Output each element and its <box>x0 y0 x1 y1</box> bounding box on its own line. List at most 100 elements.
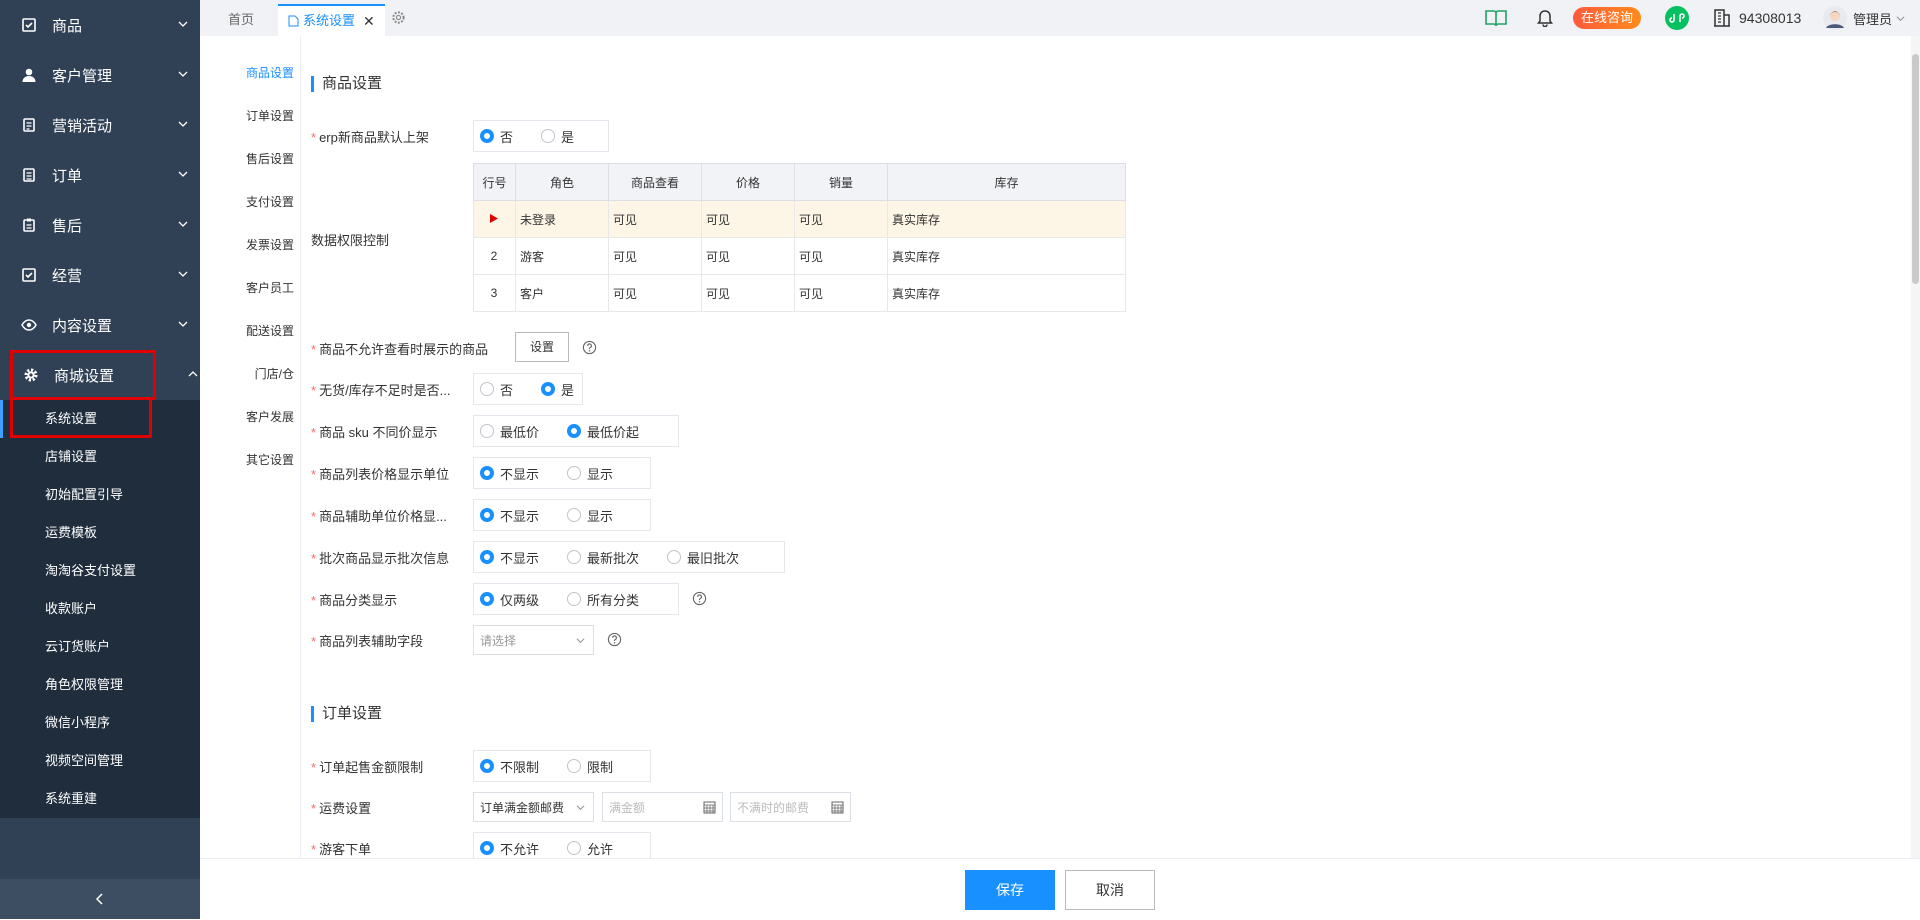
aftersale-icon <box>20 216 38 234</box>
table-row[interactable]: 3 客户 可见 可见 可见 真实库存 <box>473 274 1126 312</box>
menu-item-content[interactable]: 内容设置 <box>0 300 200 350</box>
manual-button[interactable] <box>1485 0 1507 36</box>
miniapp-button[interactable] <box>1665 0 1689 36</box>
out-of-stock-option-yes[interactable]: 是 <box>541 380 574 399</box>
help-icon[interactable] <box>607 632 622 647</box>
section-nav-payment[interactable]: 支付设置 <box>200 193 294 210</box>
table-cell[interactable]: 可见 <box>608 200 702 238</box>
submenu-item-payment-settings[interactable]: 淘淘谷支付设置 <box>0 552 200 590</box>
submenu-item-freight-template[interactable]: 运费模板 <box>0 514 200 552</box>
section-nav-aftersale[interactable]: 售后设置 <box>200 150 294 167</box>
save-button[interactable]: 保存 <box>965 870 1055 910</box>
category-option-two-levels[interactable]: 仅两级 <box>480 590 539 609</box>
min-amount-option-limit[interactable]: 限制 <box>567 757 613 776</box>
menu-item-order[interactable]: 订单 <box>0 150 200 200</box>
sku-price-option-lowest-from[interactable]: 最低价起 <box>567 422 639 441</box>
online-consult-label: 在线咨询 <box>1573 7 1642 29</box>
table-cell[interactable]: 未登录 <box>515 200 609 238</box>
submenu-item-system-rebuild[interactable]: 系统重建 <box>0 780 200 818</box>
min-amount-option-unlimited[interactable]: 不限制 <box>480 757 539 776</box>
menu-item-mall-settings[interactable]: 商城设置 <box>10 350 198 400</box>
submenu-item-receiving-account[interactable]: 收款账户 <box>0 590 200 628</box>
radio-unchecked <box>567 592 582 606</box>
section-nav-customer-growth[interactable]: 客户发展 <box>200 408 294 425</box>
section-nav-other[interactable]: 其它设置 <box>200 451 294 468</box>
shipping-fee-input[interactable]: 不满时的邮费 <box>730 792 851 822</box>
radio-unchecked <box>480 424 494 438</box>
table-row[interactable]: 未登录 可见 可见 可见 真实库存 <box>473 200 1126 238</box>
table-row[interactable]: 2 游客 可见 可见 可见 真实库存 <box>473 237 1126 275</box>
list-unit-option-show[interactable]: 显示 <box>567 464 613 483</box>
section-nav-delivery[interactable]: 配送设置 <box>200 322 294 339</box>
hidden-product-setting-button[interactable]: 设置 <box>515 332 570 362</box>
category-display-label: * 商品分类显示 <box>311 593 398 608</box>
submenu-item-role-permission[interactable]: 角色权限管理 <box>0 666 200 704</box>
table-cell[interactable]: 真实库存 <box>887 200 1126 238</box>
aux-unit-option-show[interactable]: 显示 <box>567 506 613 525</box>
menu-item-aftersale[interactable]: 售后 <box>0 200 200 250</box>
submenu-item-wechat-miniapp[interactable]: 微信小程序 <box>0 704 200 742</box>
close-icon[interactable]: ✕ <box>363 6 375 36</box>
guest-order-option-disallow[interactable]: 不允许 <box>480 839 539 858</box>
submenu-item-video-space[interactable]: 视频空间管理 <box>0 742 200 780</box>
company-id: 94308013 <box>1739 10 1802 26</box>
table-cell[interactable]: 可见 <box>608 237 702 275</box>
table-cell[interactable]: 可见 <box>701 237 795 275</box>
section-nav-store-warehouse[interactable]: 门店/仓 <box>200 365 294 382</box>
settings-icon[interactable] <box>391 10 406 25</box>
submenu-item-shop-settings[interactable]: 店铺设置 <box>0 438 200 476</box>
table-cell[interactable]: 客户 <box>515 274 609 312</box>
cancel-button[interactable]: 取消 <box>1065 870 1155 910</box>
online-consult-button[interactable]: 在线咨询 <box>1573 0 1642 36</box>
aux-unit-radio-group: 不显示 显示 <box>473 499 651 531</box>
list-unit-option-hide[interactable]: 不显示 <box>480 464 539 483</box>
menu-item-product[interactable]: 商品 <box>0 0 200 50</box>
menu-label: 营销活动 <box>52 117 113 135</box>
list-unit-label: * 商品列表价格显示单位 <box>311 467 450 482</box>
aux-unit-option-hide[interactable]: 不显示 <box>480 506 539 525</box>
sku-price-option-lowest[interactable]: 最低价 <box>480 422 539 441</box>
category-option-all[interactable]: 所有分类 <box>567 590 639 609</box>
table-cell[interactable]: 可见 <box>794 237 888 275</box>
batch-info-label: * 批次商品显示批次信息 <box>311 551 450 566</box>
shipping-mode-select[interactable]: 订单满金额邮费 <box>473 792 594 822</box>
menu-item-marketing[interactable]: 营销活动 <box>0 100 200 150</box>
table-cell[interactable]: 游客 <box>515 237 609 275</box>
submenu-item-cloud-order-account[interactable]: 云订货账户 <box>0 628 200 666</box>
table-cell[interactable]: 可见 <box>794 200 888 238</box>
table-cell[interactable]: 真实库存 <box>887 237 1126 275</box>
table-cell[interactable]: 可见 <box>608 274 702 312</box>
tab-home[interactable]: 首页 <box>228 4 254 36</box>
section-nav-invoice[interactable]: 发票设置 <box>200 236 294 253</box>
scrollbar-thumb[interactable] <box>1912 54 1919 284</box>
submenu-item-init-guide[interactable]: 初始配置引导 <box>0 476 200 514</box>
table-cell[interactable]: 可见 <box>701 200 795 238</box>
help-icon[interactable] <box>692 591 707 606</box>
user-menu[interactable]: 管理员 <box>1823 0 1905 36</box>
section-nav-product[interactable]: 商品设置 <box>200 64 294 81</box>
help-icon[interactable] <box>582 340 597 355</box>
full-amount-input[interactable]: 满金额 <box>602 792 723 822</box>
erp-default-option-yes[interactable]: 是 <box>541 127 574 146</box>
batch-info-option-hide[interactable]: 不显示 <box>480 548 539 567</box>
section-nav-customer-staff[interactable]: 客户员工 <box>200 279 294 296</box>
section-nav-order[interactable]: 订单设置 <box>200 107 294 124</box>
tab-system-settings[interactable]: 系统设置 ✕ <box>278 4 385 36</box>
menu-item-business[interactable]: 经营 <box>0 250 200 300</box>
table-cell[interactable]: 可见 <box>794 274 888 312</box>
radio-checked <box>480 759 494 773</box>
sidebar-collapse-button[interactable] <box>0 879 200 919</box>
menu-item-customer[interactable]: 客户管理 <box>0 50 200 100</box>
guest-order-option-allow[interactable]: 允许 <box>567 839 613 858</box>
notification-button[interactable] <box>1537 0 1553 36</box>
table-cell[interactable]: 真实库存 <box>887 274 1126 312</box>
batch-info-option-oldest[interactable]: 最旧批次 <box>667 548 739 567</box>
aux-field-select[interactable]: 请选择 <box>473 625 594 655</box>
guest-order-radio-group: 不允许 允许 <box>473 832 651 858</box>
batch-info-option-latest[interactable]: 最新批次 <box>567 548 639 567</box>
erp-default-option-no[interactable]: 否 <box>480 127 513 146</box>
out-of-stock-option-no[interactable]: 否 <box>480 380 513 399</box>
company-info[interactable]: 94308013 <box>1713 0 1801 36</box>
submenu-item-system-settings[interactable]: 系统设置 <box>0 397 200 438</box>
table-cell[interactable]: 可见 <box>701 274 795 312</box>
